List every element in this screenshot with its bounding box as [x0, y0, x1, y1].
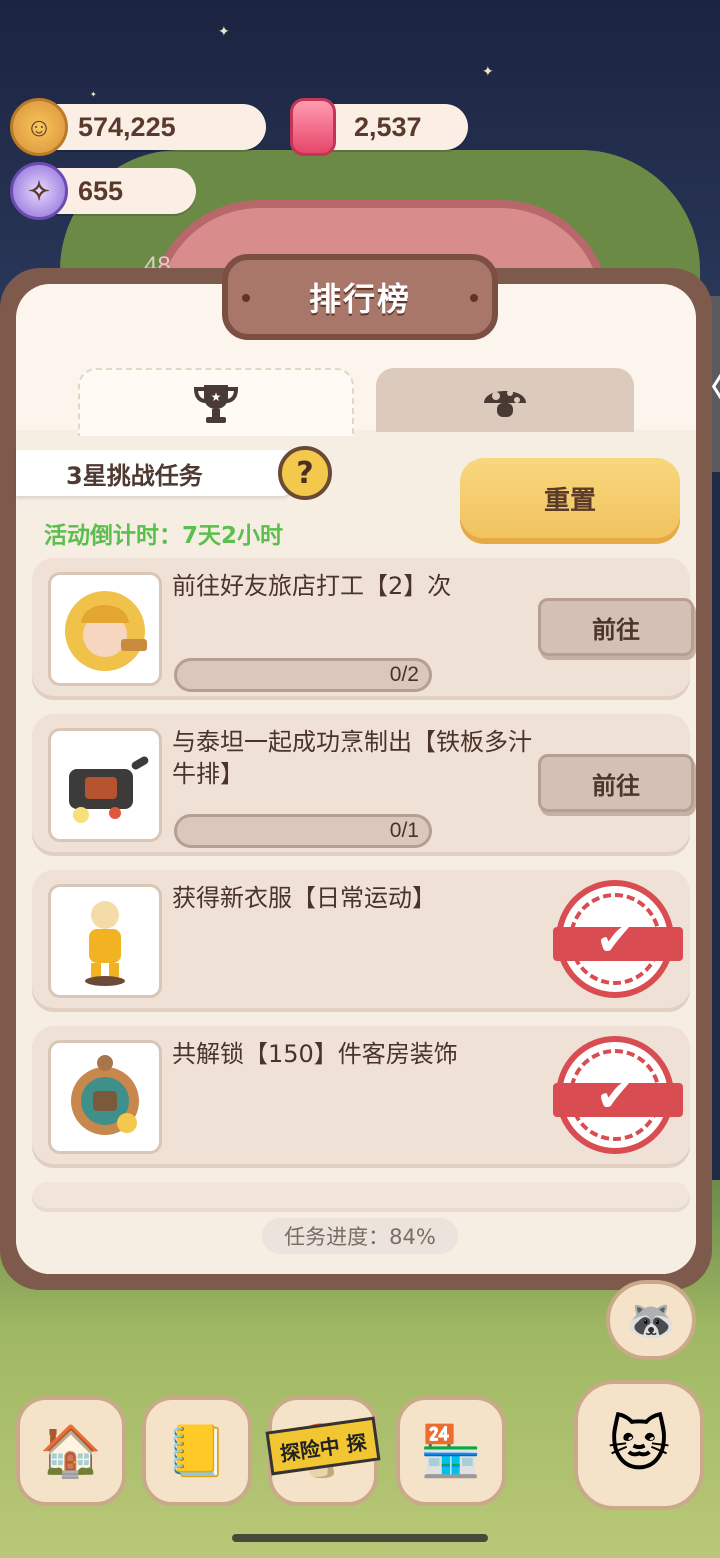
- steak-icon: [48, 728, 162, 842]
- panel-title-plate: 排行榜: [222, 254, 498, 340]
- overall-progress: 任务进度：84%: [262, 1218, 458, 1254]
- mushroom-icon: [484, 390, 526, 417]
- cat-nav-button[interactable]: 🐱: [574, 1380, 704, 1510]
- gem-icon: ✧: [10, 162, 68, 220]
- raccoon-icon: 🦝: [626, 1297, 676, 1344]
- task-card: [32, 1182, 690, 1212]
- notes-nav-button[interactable]: 📒: [142, 1396, 252, 1506]
- tab-trophy[interactable]: ★: [78, 368, 354, 436]
- candle-counter[interactable]: 2,537: [290, 98, 468, 156]
- panel-title: 排行榜: [308, 280, 411, 318]
- task-progress-value: 0/2: [389, 663, 419, 686]
- cookie-count: 574,225: [78, 111, 176, 142]
- task-progress-value: 0/1: [389, 819, 419, 842]
- question-icon: ?: [296, 455, 314, 491]
- checkmark-icon: ✔: [595, 912, 635, 966]
- task-description: 前往好友旅店打工【2】次: [172, 572, 452, 600]
- go-label: 前往: [592, 615, 640, 644]
- checkmark-icon: ✔: [595, 1068, 635, 1122]
- star-icon: ✦: [218, 24, 230, 40]
- challenge-title: 3星挑战任务: [66, 461, 203, 490]
- task-progress-bar: 0/2: [174, 658, 432, 692]
- svg-text:★: ★: [211, 390, 222, 404]
- worker-icon: [48, 572, 162, 686]
- task-card: 获得新衣服【日常运动】 ✔: [32, 870, 690, 1012]
- candle-count: 2,537: [354, 111, 422, 142]
- shop-nav-button[interactable]: 🏪: [396, 1396, 506, 1506]
- task-description: 获得新衣服【日常运动】: [172, 884, 436, 912]
- trophy-icon: ★: [193, 385, 239, 423]
- cat-icon: 🐱: [607, 1410, 671, 1480]
- task-card: 前往好友旅店打工【2】次 0/2 前往: [32, 558, 694, 700]
- decor-icon: [48, 1040, 162, 1154]
- tab-mushroom[interactable]: [376, 368, 634, 432]
- go-label: 前往: [592, 771, 640, 800]
- task-description: 与泰坦一起成功烹制出【铁板多汁牛排】: [172, 728, 532, 788]
- go-button[interactable]: 前往: [538, 754, 694, 812]
- completed-stamp: ✔: [553, 1036, 683, 1154]
- challenge-header: 3星挑战任务: [16, 450, 292, 496]
- home-indicator: [232, 1534, 488, 1542]
- task-description: 共解锁【150】件客房装饰: [172, 1040, 458, 1068]
- task-card: 共解锁【150】件客房装饰 ✔: [32, 1026, 690, 1168]
- home-nav-button[interactable]: 🏠: [16, 1396, 126, 1506]
- reset-button[interactable]: 重置: [460, 458, 680, 538]
- shop-icon: 🏪: [419, 1421, 483, 1480]
- help-button[interactable]: ?: [278, 446, 332, 500]
- gem-count: 655: [78, 175, 124, 206]
- candle-icon: [290, 98, 336, 156]
- gem-counter[interactable]: ✧ 655: [10, 162, 196, 220]
- star-icon: ✦: [90, 90, 97, 99]
- completed-stamp: ✔: [553, 880, 683, 998]
- outfit-icon: [48, 884, 162, 998]
- cookie-icon: ☺: [10, 98, 68, 156]
- raccoon-button[interactable]: 🦝: [606, 1280, 696, 1360]
- notebook-icon: 📒: [165, 1421, 229, 1480]
- star-icon: ✦: [482, 64, 494, 80]
- task-progress-bar: 0/1: [174, 814, 432, 848]
- task-card: 与泰坦一起成功烹制出【铁板多汁牛排】 0/1 前往: [32, 714, 694, 856]
- cookie-counter[interactable]: ☺ 574,225: [10, 98, 266, 156]
- go-button[interactable]: 前往: [538, 598, 694, 656]
- house-icon: 🏠: [39, 1421, 103, 1480]
- reset-label: 重置: [543, 485, 596, 516]
- event-countdown: 活动倒计时：7天2小时: [44, 523, 284, 549]
